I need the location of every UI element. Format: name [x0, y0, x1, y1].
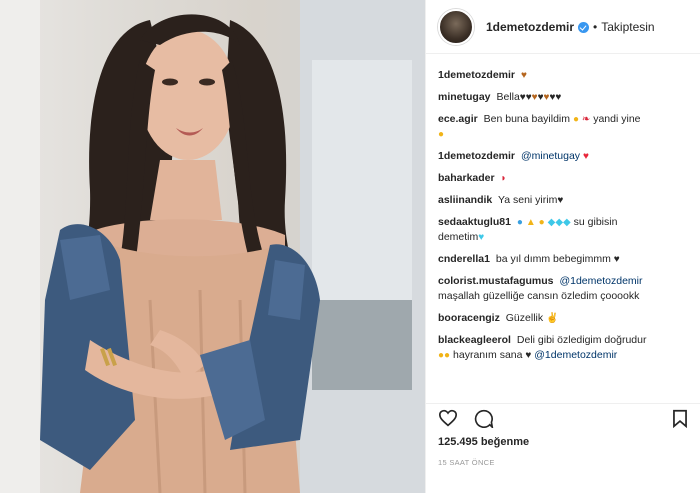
heart-eyes-emoji-icon: ● [572, 114, 579, 125]
smile-emoji-icon: ● [538, 217, 545, 228]
comment-item: colorist.mustafagumus @1demetozdemir maş… [438, 274, 688, 304]
comment-item: 1demetozdemir @minetugay ♥ [438, 149, 688, 164]
comment-text: Ya seni yirim [498, 194, 558, 206]
comment-username[interactable]: booracengiz [438, 312, 500, 324]
comment-username[interactable]: cnderella1 [438, 253, 490, 265]
comment-text: maşallah güzelliğe cansın özledim çooook… [438, 290, 640, 302]
comment-item: booracengiz Güzellik ✌ [438, 311, 688, 326]
heart-emoji-icon: ♥ [613, 254, 620, 265]
face-emoji-icon: ● [438, 129, 445, 140]
heart-emoji-icon: ♥ [557, 195, 564, 206]
comment-mention[interactable]: @1demetozdemir [559, 275, 642, 287]
comment-text-continued: hayranım sana [453, 349, 523, 361]
comment-item: ece.agir Ben buna bayildim ● ❧ yandi yin… [438, 112, 688, 142]
comment-text: Bella [496, 91, 520, 103]
comment-text-continued: demetim [438, 231, 479, 243]
comment-text: Ben buna bayildim [483, 113, 571, 125]
comment-item: minetugay Bella♥♥♥♥♥♥♥ [438, 90, 688, 105]
header-username[interactable]: 1demetozdemir [486, 20, 574, 34]
comment-text: Güzellik [505, 312, 544, 324]
hands-emoji-icon: ▲ [525, 217, 536, 228]
comment-item: sedaaktuglu81 ● ▲ ● ◆◆◆ su gibisin demet… [438, 215, 688, 245]
post-timestamp[interactable]: 15 SAAT ÖNCE [438, 458, 495, 467]
avatar[interactable] [438, 8, 474, 45]
comment-mention[interactable]: @1demetozdemir [534, 349, 617, 361]
comment-mention[interactable]: @minetugay [521, 150, 580, 162]
comment-username[interactable]: minetugay [438, 91, 491, 103]
photo-illustration [0, 0, 425, 493]
comment-item: asliinandik Ya seni yirim♥ [438, 193, 688, 208]
comment-text: Deli gibi özledigim doğrudur [516, 334, 647, 346]
post-details-panel: 1demetozdemir • Takiptesin 1demetozdemir… [425, 0, 700, 493]
comment-text-continued: yandi yine [593, 113, 641, 125]
comment-username[interactable]: asliinandik [438, 194, 492, 206]
comment-text: su gibisin [573, 216, 618, 228]
verified-badge-icon [578, 22, 590, 33]
butterfly-emoji-icon: ♥ [520, 70, 527, 81]
comment-item: 1demetozdemir ♥ [438, 68, 688, 83]
speech-bubble-icon[interactable] [474, 409, 494, 433]
heart-eyes-emoji-icon: ●● [438, 350, 451, 361]
comment-username[interactable]: sedaaktuglu81 [438, 216, 511, 228]
follow-status-button[interactable]: Takiptesin [601, 20, 654, 34]
droplet-emoji-icon: ● [516, 217, 523, 228]
rock-hand-emoji-icon: ✌ [546, 313, 559, 324]
header-separator: • [593, 19, 598, 34]
diamond-emoji-icon: ◆◆◆ [547, 217, 571, 228]
comment-item: baharkader ◗ [438, 171, 688, 186]
action-bar [426, 403, 700, 431]
comment-username[interactable]: colorist.mustafagumus [438, 275, 554, 287]
heart-emoji-icon: ♥ [525, 350, 532, 361]
comment-username[interactable]: 1demetozdemir [438, 150, 515, 162]
comment-username[interactable]: blackeagleerol [438, 334, 511, 346]
comment-text: ba yıl dımm bebegimmm [495, 253, 611, 265]
heart-emoji-icon: ♥♥ [519, 92, 532, 103]
comment-username[interactable]: baharkader [438, 172, 495, 184]
comment-username[interactable]: ece.agir [438, 113, 478, 125]
comment-item: cnderella1 ba yıl dımm bebegimmm ♥ [438, 252, 688, 267]
heart-emoji-icon: ♥♥ [549, 92, 562, 103]
heart-outline-icon[interactable] [438, 409, 458, 432]
comment-item: blackeagleerol Deli gibi özledigim doğru… [438, 333, 688, 363]
likes-count[interactable]: 125.495 beğenme [438, 436, 529, 448]
red-heart-emoji-icon: ♥ [582, 151, 589, 162]
bookmark-icon[interactable] [672, 409, 688, 433]
comments-list: 1demetozdemir ♥ minetugay Bella♥♥♥♥♥♥♥ e… [426, 54, 700, 363]
comment-username[interactable]: 1demetozdemir [438, 69, 515, 81]
heart-emoji-icon: ♥ [478, 232, 485, 243]
post-header: 1demetozdemir • Takiptesin [426, 0, 700, 54]
post-photo[interactable] [0, 0, 425, 493]
pepper-emoji-icon: ❧ [581, 114, 591, 125]
lips-emoji-icon: ◗ [500, 173, 507, 184]
